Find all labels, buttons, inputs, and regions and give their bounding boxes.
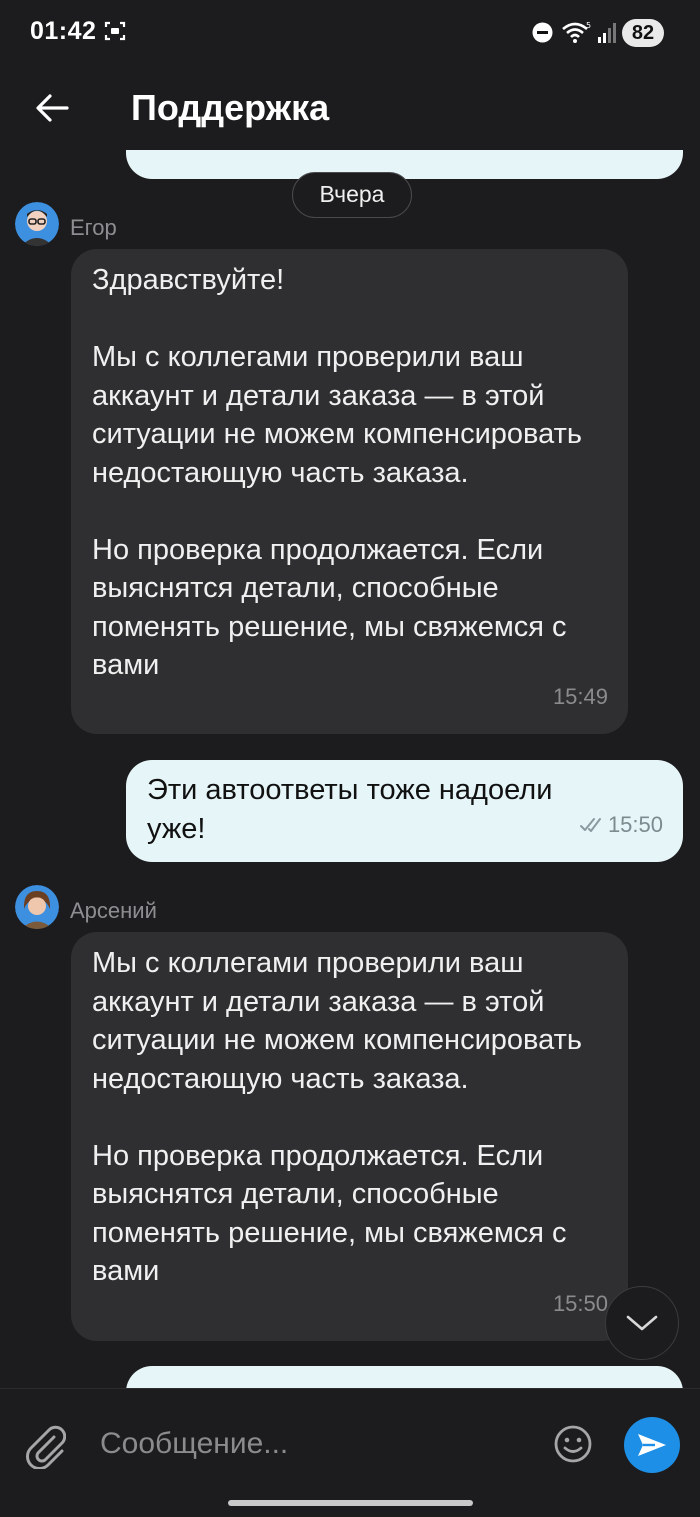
composer xyxy=(0,1388,700,1517)
incoming-message-bubble[interactable]: Мы с коллегами проверили ваш аккаунт и д… xyxy=(71,932,628,1341)
message-text: Эти автоответы тоже надоели уже! xyxy=(147,774,553,845)
double-check-icon xyxy=(579,817,601,832)
message-time: 15:50 xyxy=(579,806,663,845)
battery-icon: 82 xyxy=(622,19,664,47)
avatar-image xyxy=(15,885,59,929)
status-bar: 01:42 5 82 xyxy=(0,0,700,66)
sender-name: Егор xyxy=(70,215,117,240)
arrow-left-icon xyxy=(36,94,69,122)
screenshot-icon xyxy=(104,21,126,41)
send-button[interactable] xyxy=(624,1417,680,1473)
sender-name: Арсений xyxy=(70,898,157,923)
chat-area[interactable]: Вчера Егор Здравствуйте! Мы с коллегами … xyxy=(0,150,700,1388)
incoming-message-bubble[interactable]: Здравствуйте! Мы с коллегами проверили в… xyxy=(71,249,628,734)
message-input[interactable] xyxy=(100,1419,520,1469)
back-button[interactable] xyxy=(28,86,76,130)
avatar-arseniy[interactable] xyxy=(15,885,59,929)
paperclip-icon[interactable] xyxy=(24,1423,66,1469)
outgoing-message-bubble-partial[interactable] xyxy=(126,150,683,179)
chevron-down-icon xyxy=(626,1315,658,1331)
avatar-image xyxy=(15,202,59,246)
message-time-value: 15:50 xyxy=(607,811,663,837)
message-time: 15:50 xyxy=(552,1290,608,1316)
send-icon xyxy=(638,1434,666,1456)
status-time: 01:42 xyxy=(30,17,97,45)
date-divider: Вчера xyxy=(292,172,412,218)
message-text: Здравствуйте! Мы с коллегами проверили в… xyxy=(92,264,582,681)
signal-icon xyxy=(598,23,616,43)
avatar-egor[interactable] xyxy=(15,202,59,246)
svg-text:5: 5 xyxy=(586,21,591,30)
scroll-to-bottom-button[interactable] xyxy=(605,1286,679,1360)
message-text: Мы с коллегами проверили ваш аккаунт и д… xyxy=(92,947,582,1287)
home-indicator[interactable] xyxy=(228,1500,473,1506)
screen: 01:42 5 82 Поддержка Вчера Егор Здравств… xyxy=(0,0,700,1517)
message-time: 15:49 xyxy=(552,683,608,709)
emoji-icon[interactable] xyxy=(553,1424,593,1464)
do-not-disturb-icon xyxy=(532,22,553,43)
header: Поддержка xyxy=(0,70,700,150)
outgoing-message-bubble-partial[interactable] xyxy=(126,1366,683,1388)
page-title: Поддержка xyxy=(131,87,330,128)
outgoing-message-bubble[interactable]: Эти автоответы тоже надоели уже! 15:50 xyxy=(126,760,683,862)
wifi-icon: 5 xyxy=(562,21,591,43)
